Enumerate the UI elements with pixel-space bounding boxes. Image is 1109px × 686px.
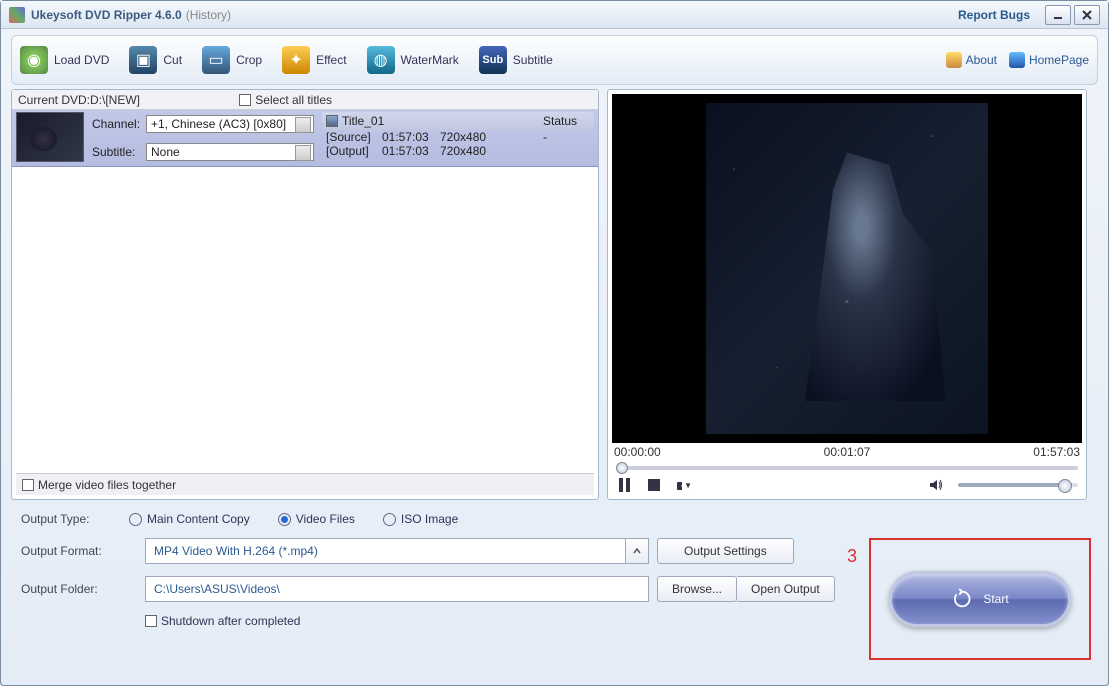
seek-bar[interactable]: [612, 461, 1082, 475]
volume-icon[interactable]: [928, 477, 944, 493]
history-link[interactable]: (History): [186, 8, 231, 22]
preview-panel: 00:00:00 00:01:07 01:57:03 ▼: [607, 89, 1087, 500]
about-icon: [946, 52, 962, 68]
callout-number: 3: [847, 546, 857, 567]
main-toolbar: ◉ Load DVD ▣ Cut ▭ Crop ✦ Effect ◍ Water…: [11, 35, 1098, 85]
report-bugs-link[interactable]: Report Bugs: [958, 8, 1030, 22]
app-window: Ukeysoft DVD Ripper 4.6.0 (History) Repo…: [0, 0, 1109, 686]
app-icon: [9, 7, 25, 23]
shutdown-label: Shutdown after completed: [161, 614, 300, 628]
output-folder-input[interactable]: C:\Users\ASUS\Videos\: [145, 576, 649, 602]
time-end: 01:57:03: [1033, 445, 1080, 459]
time-current: 00:01:07: [824, 445, 871, 459]
merge-label: Merge video files together: [38, 478, 176, 492]
dvd-title-row[interactable]: Channel: +1, Chinese (AC3) [0x80] Subtit…: [12, 110, 598, 167]
video-preview[interactable]: [612, 94, 1082, 443]
home-icon: [1009, 52, 1025, 68]
player-controls: ▼: [612, 475, 1082, 495]
channel-subtitle-area: Channel: +1, Chinese (AC3) [0x80] Subtit…: [92, 112, 314, 164]
about-link[interactable]: About: [946, 52, 997, 68]
minimize-button[interactable]: [1045, 5, 1071, 25]
pause-button[interactable]: [616, 477, 632, 493]
load-dvd-button[interactable]: ◉ Load DVD: [20, 46, 109, 74]
title-thumbnail: [16, 112, 84, 162]
output-format-label: Output Format:: [21, 544, 145, 558]
radio-iso-image[interactable]: ISO Image: [383, 512, 458, 526]
close-button[interactable]: [1074, 5, 1100, 25]
dvd-list-panel: Current DVD:D:\[NEW] Select all titles C…: [11, 89, 599, 500]
output-folder-label: Output Folder:: [21, 582, 145, 596]
format-dropdown-toggle[interactable]: [625, 538, 649, 564]
output-format-input[interactable]: MP4 Video With H.264 (*.mp4): [145, 538, 625, 564]
current-dvd-label: Current DVD:D:\[NEW]: [18, 93, 239, 107]
volume-slider[interactable]: [958, 483, 1078, 487]
channel-select[interactable]: +1, Chinese (AC3) [0x80]: [146, 115, 314, 133]
watermark-icon: ◍: [367, 46, 395, 74]
dvd-icon: ◉: [20, 46, 48, 74]
subtitle-button[interactable]: Sub Subtitle: [479, 46, 553, 74]
merge-bar: Merge video files together: [16, 473, 594, 495]
shutdown-checkbox[interactable]: [145, 615, 157, 627]
select-all-checkbox[interactable]: [239, 94, 251, 106]
refresh-icon: [951, 588, 973, 610]
dvd-header: Current DVD:D:\[NEW] Select all titles: [12, 90, 598, 110]
subtitle-icon: Sub: [479, 46, 507, 74]
content-area: Current DVD:D:\[NEW] Select all titles C…: [1, 87, 1108, 502]
stop-button[interactable]: [646, 477, 662, 493]
radio-video-files[interactable]: Video Files: [278, 512, 355, 526]
crop-icon: ▭: [202, 46, 230, 74]
video-frame: [706, 103, 988, 435]
open-output-button[interactable]: Open Output: [737, 576, 835, 602]
effect-button[interactable]: ✦ Effect: [282, 46, 346, 74]
merge-checkbox[interactable]: [22, 479, 34, 491]
radio-main-content[interactable]: Main Content Copy: [129, 512, 250, 526]
start-button[interactable]: Start: [889, 571, 1071, 627]
effect-icon: ✦: [282, 46, 310, 74]
select-all-label: Select all titles: [255, 93, 332, 107]
titlebar: Ukeysoft DVD Ripper 4.6.0 (History) Repo…: [1, 1, 1108, 29]
output-settings-button[interactable]: Output Settings: [657, 538, 794, 564]
title-details: Title_01 Status [Source] 01:57:03 720x48…: [314, 112, 594, 164]
app-title: Ukeysoft DVD Ripper 4.6.0: [31, 8, 182, 22]
channel-label: Channel:: [92, 117, 146, 131]
snapshot-button[interactable]: ▼: [676, 477, 692, 493]
browse-button[interactable]: Browse...: [657, 576, 737, 602]
crop-button[interactable]: ▭ Crop: [202, 46, 262, 74]
subtitle-label: Subtitle:: [92, 145, 146, 159]
subtitle-select[interactable]: None: [146, 143, 314, 161]
watermark-button[interactable]: ◍ WaterMark: [367, 46, 459, 74]
output-type-label: Output Type:: [21, 512, 129, 526]
homepage-link[interactable]: HomePage: [1009, 52, 1089, 68]
cut-icon: ▣: [129, 46, 157, 74]
time-row: 00:00:00 00:01:07 01:57:03: [612, 443, 1082, 461]
start-callout: 3 Start: [869, 538, 1091, 660]
cut-button[interactable]: ▣ Cut: [129, 46, 182, 74]
time-start: 00:00:00: [614, 445, 661, 459]
title-checkbox[interactable]: [326, 115, 338, 127]
